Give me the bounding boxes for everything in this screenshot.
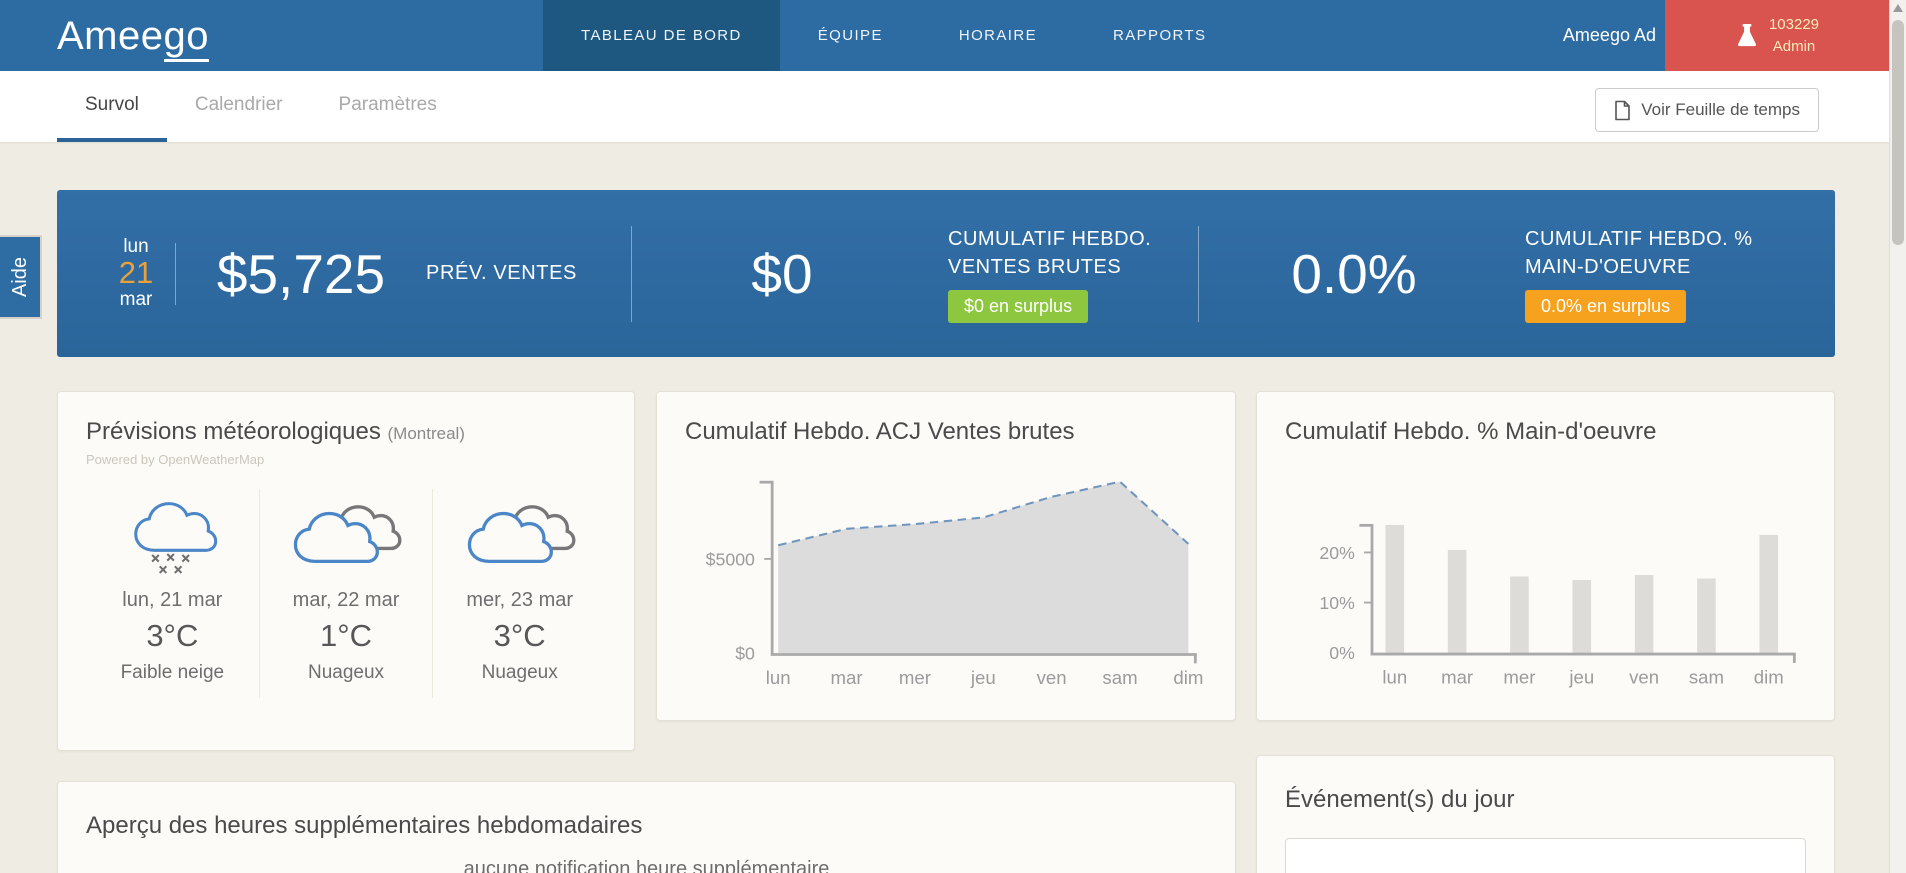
svg-text:mar: mar: [831, 667, 863, 688]
labour-bar-chart: 0% 10% 20% lun mar mer jeu ven sam dim: [1319, 523, 1796, 687]
top-navbar: Ameego TABLEAU DE BORD ÉQUIPE HORAIRE RA…: [0, 0, 1906, 71]
nav-rapports[interactable]: RAPPORTS: [1075, 0, 1244, 71]
flask-icon: [1737, 23, 1756, 46]
svg-text:lun: lun: [766, 667, 791, 688]
weather-card: Prévisions météorologiques (Montreal) Po…: [57, 391, 635, 751]
voir-feuille-de-temps-button[interactable]: Voir Feuille de temps: [1595, 88, 1819, 132]
ventes-brutes-value: $0: [751, 242, 813, 305]
svg-text:mer: mer: [1503, 666, 1535, 687]
nav-tableau-de-bord[interactable]: TABLEAU DE BORD: [543, 0, 780, 71]
user-menu-label[interactable]: Ameego Ad: [1563, 0, 1656, 71]
labour-chart-card: Cumulatif Hebdo. % Main-d'oeuvre 0% 10% 20…: [1256, 391, 1835, 721]
banner-date-day: 21: [118, 255, 154, 291]
kpi-banner: lun 21 mar $5,725 PRÉV. VENTES $0 CUMULA…: [57, 190, 1835, 357]
svg-text:ven: ven: [1629, 666, 1659, 687]
main-nav: TABLEAU DE BORD ÉQUIPE HORAIRE RAPPORTS: [543, 0, 1244, 71]
account-role: Admin: [1772, 37, 1816, 55]
svg-text:20%: 20%: [1319, 543, 1355, 563]
svg-text:sam: sam: [1689, 666, 1724, 687]
svg-text:mar: mar: [1441, 666, 1473, 687]
sales-area-chart: $0 $5000 lun mar mer jeu ven sam dim: [706, 480, 1203, 688]
banner-date: lun 21 mar: [97, 237, 175, 309]
events-card: Événement(s) du jour: [1256, 755, 1835, 873]
svg-text:sam: sam: [1102, 667, 1137, 688]
weather-card-title: Prévisions météorologiques (Montreal): [86, 418, 465, 445]
main-doeuvre-label: CUMULATIF HEBDO. % MAIN-D'OEUVRE 0.0% en…: [1525, 225, 1810, 323]
svg-text:dim: dim: [1754, 666, 1784, 687]
snow-cloud-icon: [134, 502, 218, 574]
ventes-surplus-badge: $0 en surplus: [948, 289, 1089, 323]
svg-text:jeu: jeu: [970, 667, 996, 688]
svg-text:lun: lun: [1382, 666, 1407, 687]
svg-text:ven: ven: [1037, 667, 1067, 688]
ventes-brutes-label: CUMULATIF HEBDO. VENTES BRUTES $0 en sur…: [948, 225, 1198, 323]
labour-chart-title: Cumulatif Hebdo. % Main-d'oeuvre: [1285, 418, 1657, 445]
svg-text:$5000: $5000: [706, 549, 755, 569]
svg-text:10%: 10%: [1319, 593, 1355, 613]
prev-ventes-label: PRÉV. VENTES: [426, 262, 577, 284]
weather-day-1: lun, 21 mar 3°C Faible neige: [86, 489, 259, 698]
sales-chart-title: Cumulatif Hebdo. ACJ Ventes brutes: [685, 418, 1075, 445]
subnav-tabs: Survol Calendrier Paramètres: [57, 71, 465, 142]
svg-text:$0: $0: [735, 644, 755, 664]
tab-calendrier[interactable]: Calendrier: [167, 71, 311, 142]
clouds-icon: [467, 505, 576, 564]
tab-survol[interactable]: Survol: [57, 71, 167, 142]
weather-day-3: mer, 23 mar 3°C Nuageux: [432, 489, 606, 698]
overtime-card: Aperçu des heures supplémentaires hebdom…: [57, 781, 1236, 873]
svg-text:0%: 0%: [1329, 643, 1355, 663]
nav-equipe[interactable]: ÉQUIPE: [780, 0, 921, 71]
ameego-dashboard: Ameego TABLEAU DE BORD ÉQUIPE HORAIRE RA…: [0, 0, 1906, 873]
overtime-empty-message: aucune notification heure supplémentaire: [463, 858, 830, 873]
ameego-logo[interactable]: Ameego: [57, 14, 209, 62]
weather-attribution: Powered by OpenWeatherMap: [86, 452, 265, 467]
svg-text:jeu: jeu: [1568, 666, 1594, 687]
nav-horaire[interactable]: HORAIRE: [921, 0, 1075, 71]
svg-text:dim: dim: [1173, 667, 1203, 688]
clouds-icon: [293, 505, 402, 564]
vertical-scrollbar[interactable]: [1889, 0, 1906, 873]
aide-side-tab[interactable]: Aide: [0, 235, 42, 319]
events-card-title: Événement(s) du jour: [1285, 786, 1515, 813]
sales-chart-card: Cumulatif Hebdo. ACJ Ventes brutes $0 $50…: [656, 391, 1236, 721]
document-icon: [1615, 100, 1631, 120]
events-list-box: [1285, 838, 1806, 873]
overtime-card-title: Aperçu des heures supplémentaires hebdom…: [86, 812, 643, 839]
main-doeuvre-surplus-badge: 0.0% en surplus: [1525, 289, 1687, 323]
svg-text:mer: mer: [899, 667, 931, 688]
sub-navigation: Survol Calendrier Paramètres Voir Feuill…: [0, 71, 1889, 142]
weather-day-2: mar, 22 mar 1°C Nuageux: [258, 489, 433, 698]
tab-parametres[interactable]: Paramètres: [311, 71, 465, 142]
account-number: 103229: [1768, 15, 1820, 33]
main-doeuvre-value: 0.0%: [1291, 242, 1417, 305]
admin-account-badge[interactable]: 103229 Admin: [1665, 0, 1889, 71]
weather-forecast: lun, 21 mar 3°C Faible neige mar, 22 mar…: [86, 489, 606, 698]
weather-location: (Montreal): [387, 424, 465, 443]
prev-ventes-value: $5,725: [216, 242, 386, 305]
scrollbar-up-arrow[interactable]: [1893, 4, 1903, 12]
scrollbar-thumb[interactable]: [1892, 20, 1904, 245]
